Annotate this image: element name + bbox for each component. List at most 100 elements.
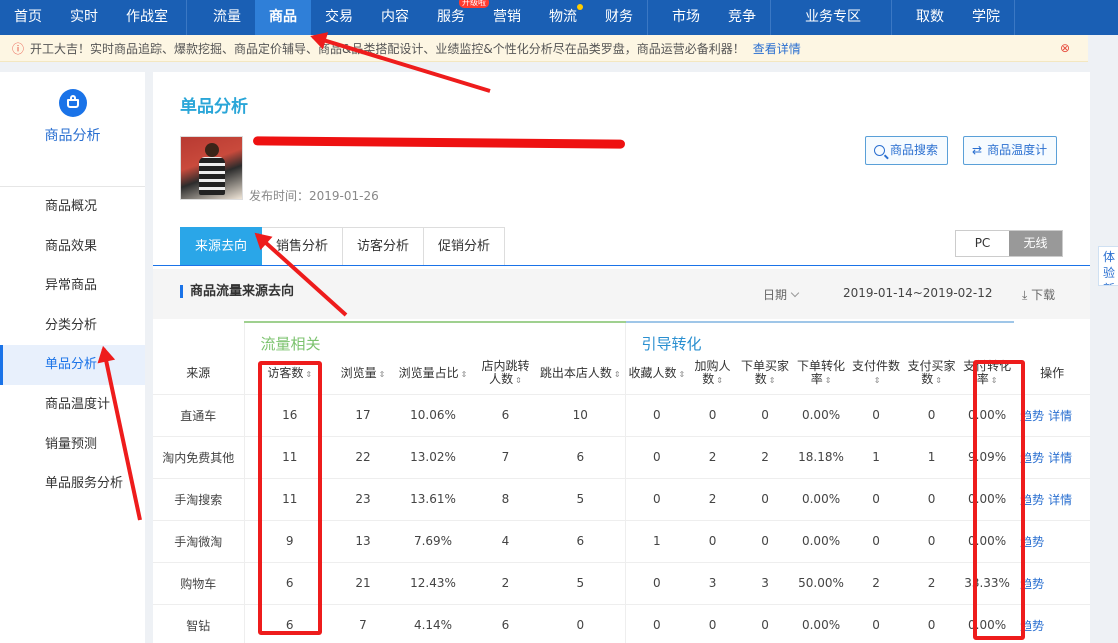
notification-dot-icon [577,4,583,10]
column-header[interactable]: 收藏人数 ⇕ [624,354,689,394]
sidebar-item[interactable]: 单品分析 [0,345,145,385]
table-cell: 0 [903,519,961,562]
table-cell: 0 [688,393,738,436]
column-header[interactable]: 浏览量占比 ⇕ [391,354,475,394]
close-icon[interactable]: ⊗ [1060,41,1070,55]
nav-item[interactable]: 服务 升级啦 [423,0,489,35]
detail-link[interactable]: 详情 [1048,451,1072,465]
tab-0[interactable]: 来源去向 [180,227,263,266]
column-header[interactable]: 支付件数⇕ [849,354,903,394]
table-cell: 0 [536,603,626,643]
sidebar-item[interactable]: 商品概况 [0,187,145,227]
sort-icon[interactable]: ⇕ [769,374,776,387]
nav-item[interactable]: 首页 [0,0,56,35]
sort-icon[interactable]: ⇕ [515,374,522,387]
column-header[interactable]: 浏览量 ⇕ [335,354,391,394]
table-cell: 12.43% [391,561,475,604]
table-cell: 0 [737,603,794,643]
nav-item[interactable]: 业务专区 [791,0,875,35]
detail-link[interactable]: 详情 [1048,493,1072,507]
nav-item[interactable]: 学院 [958,0,1014,35]
nav-item[interactable]: 财务 [591,0,647,35]
sidebar-item[interactable]: 单品服务分析 [0,464,145,504]
table-cell: 23 [335,477,391,520]
sort-icon[interactable]: ⇕ [825,374,832,387]
new-version-tab[interactable]: 体验新版 [1098,246,1118,286]
table-cell: 2 [849,561,904,604]
notice-detail-link[interactable]: 查看详情 [753,40,801,57]
column-header[interactable]: 支付买家数 ⇕ [903,354,960,394]
table-cell: 5 [536,561,626,604]
table-cell: 13.02% [391,435,475,478]
product-thermometer-button[interactable]: ⇄ 商品温度计 [963,136,1058,165]
top-navigation: 首页 实时 作战室 流量 商品 交易 内容 服务 升级啦 营销 物流 财务 市场 竞争 业务专区 取数 学院 [0,0,1118,35]
product-thumbnail[interactable] [180,136,243,200]
detail-link[interactable]: 详情 [1048,409,1072,423]
table-cell: 22 [335,435,391,478]
nav-item[interactable]: 取数 [902,0,958,35]
table-cell: 2 [688,435,738,478]
sort-icon[interactable]: ⇕ [935,374,942,387]
device-option[interactable]: PC [956,231,1009,256]
sidebar-item[interactable]: 商品效果 [0,227,145,267]
table-cell: 0.00% [793,477,850,520]
column-header-label: 收藏人数 [628,365,677,380]
product-search-label: 商品搜索 [890,143,939,157]
nav-item[interactable]: 流量 [199,0,255,35]
table-cell: 0 [737,393,794,436]
table-cell: 4 [475,519,536,562]
sort-icon[interactable]: ⇕ [716,374,723,387]
sidebar-item[interactable]: 异常商品 [0,266,145,306]
column-header[interactable]: 店内跳转人数 ⇕ [475,354,536,394]
sort-icon[interactable]: ⇕ [614,368,621,381]
nav-item[interactable]: 市场 [658,0,714,35]
sort-icon[interactable]: ⇕ [678,368,685,381]
group-conversion: 引导转化 [624,321,1015,354]
sidebar-menu: 商品概况 商品效果 异常商品 分类分析 单品分析 商品温度计 销量预测 单品服务分析 [0,187,145,504]
nav-item[interactable]: 作战室 [112,0,182,35]
column-header[interactable]: 加购人数 ⇕ [688,354,737,394]
date-dropdown[interactable]: 日期 [763,286,800,303]
tab-3[interactable]: 促销分析 [424,227,506,266]
sort-icon[interactable]: ⇕ [461,368,468,381]
nav-item[interactable]: 竞争 [714,0,770,35]
download-button[interactable]: ⤓ 下载 [1022,286,1055,303]
column-header[interactable]: 下单买家数 ⇕ [737,354,793,394]
table-cell: 50.00% [793,561,850,604]
annotation-box-pay-conversion [973,360,1025,640]
tab-1[interactable]: 销售分析 [262,227,344,266]
column-header-label: 浏览量 [340,365,377,380]
sidebar-header: 商品分析 [0,89,145,187]
sidebar-item[interactable]: 商品温度计 [0,385,145,425]
sidebar-item[interactable]: 分类分析 [0,306,145,346]
date-range: 2019-01-14~2019-02-12 [843,286,993,300]
nav-item[interactable]: 商品 [255,0,311,35]
source-cell: 购物车 [153,561,245,604]
section-bar: 商品流量来源去向 日期 2019-01-14~2019-02-12 ⤓ 下载 [153,269,1090,319]
tab-2[interactable]: 访客分析 [343,227,425,266]
sort-icon[interactable]: ⇕ [379,368,386,381]
product-search-button[interactable]: 商品搜索 [865,136,949,165]
notice-bar: ⓘ 开工大吉！实时商品追踪、爆款挖掘、商品定价辅导、商品&品类搭配设计、业绩监控… [0,35,1088,62]
device-option[interactable]: 无线 [1009,231,1062,256]
nav-item[interactable]: 物流 [535,0,591,35]
nav-item[interactable]: 营销 [479,0,535,35]
sidebar-title: 商品分析 [44,128,101,144]
table-cell: 8 [475,477,536,520]
nav-item[interactable]: 内容 [367,0,423,35]
column-header[interactable]: 跳出本店人数 ⇕ [536,354,625,394]
column-header-label: 支付买家数 [907,359,956,387]
column-header-label: 跳出本店人数 [539,365,612,380]
column-header-label: 下单买家数 [741,359,790,387]
table-cell: 0 [688,519,738,562]
sort-icon[interactable]: ⇕ [874,374,881,387]
nav-item[interactable]: 实时 [56,0,112,35]
notice-text: 开工大吉！实时商品追踪、爆款挖掘、商品定价辅导、商品&品类搭配设计、业绩监控&个… [30,41,745,56]
column-header-label: 支付件数 [852,359,901,374]
table-cell: 0 [688,603,738,643]
column-header[interactable]: 下单转化率 ⇕ [793,354,849,394]
source-cell: 智钻 [153,603,245,643]
table-cell: 0 [737,477,794,520]
publish-time: 发布时间：2019-01-26 [249,189,379,203]
table-cell: 7.69% [391,519,475,562]
